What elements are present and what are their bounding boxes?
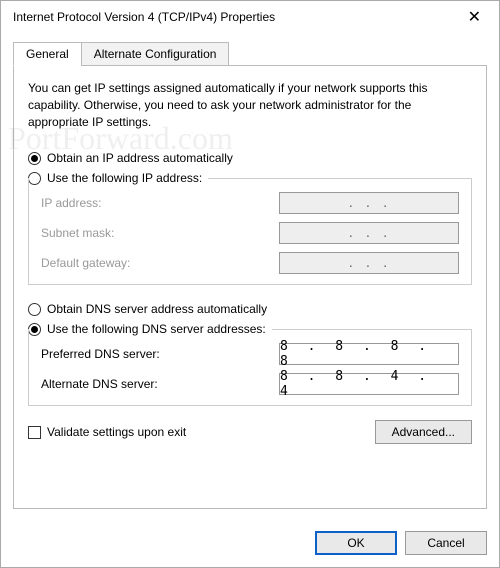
radio-icon bbox=[28, 152, 41, 165]
advanced-button[interactable]: Advanced... bbox=[375, 420, 472, 444]
description-text: You can get IP settings assigned automat… bbox=[28, 80, 472, 130]
ok-button[interactable]: OK bbox=[315, 531, 397, 555]
tab-strip: General Alternate Configuration bbox=[13, 41, 487, 65]
input-preferred-dns[interactable]: 8 . 8 . 8 . 8 bbox=[279, 343, 459, 365]
window-title: Internet Protocol Version 4 (TCP/IPv4) P… bbox=[13, 10, 458, 24]
cancel-button[interactable]: Cancel bbox=[405, 531, 487, 555]
close-icon[interactable]: ✕ bbox=[458, 7, 491, 27]
label-gateway: Default gateway: bbox=[41, 256, 279, 270]
row-subnet: Subnet mask: . . . bbox=[41, 222, 459, 244]
checkbox-label: Validate settings upon exit bbox=[47, 425, 186, 439]
checkbox-validate[interactable]: Validate settings upon exit bbox=[28, 422, 186, 442]
input-gateway: . . . bbox=[279, 252, 459, 274]
input-ip-address: . . . bbox=[279, 192, 459, 214]
label-preferred-dns: Preferred DNS server: bbox=[41, 347, 279, 361]
radio-label: Obtain DNS server address automatically bbox=[47, 302, 267, 316]
label-subnet: Subnet mask: bbox=[41, 226, 279, 240]
row-ip-address: IP address: . . . bbox=[41, 192, 459, 214]
radio-ip-auto[interactable]: Obtain an IP address automatically bbox=[28, 148, 472, 168]
ip-fieldset: IP address: . . . Subnet mask: . . . Def… bbox=[28, 178, 472, 285]
bottom-row: Validate settings upon exit Advanced... bbox=[28, 420, 472, 444]
dns-fieldset: Preferred DNS server: 8 . 8 . 8 . 8 Alte… bbox=[28, 329, 472, 406]
row-preferred-dns: Preferred DNS server: 8 . 8 . 8 . 8 bbox=[41, 343, 459, 365]
tab-alternate[interactable]: Alternate Configuration bbox=[81, 42, 230, 66]
tab-general[interactable]: General bbox=[13, 42, 82, 66]
checkbox-icon bbox=[28, 426, 41, 439]
radio-dns-auto[interactable]: Obtain DNS server address automatically bbox=[28, 299, 472, 319]
input-alternate-dns[interactable]: 8 . 8 . 4 . 4 bbox=[279, 373, 459, 395]
content: General Alternate Configuration PortForw… bbox=[1, 33, 499, 521]
tab-panel: PortForward.com You can get IP settings … bbox=[13, 65, 487, 509]
radio-label: Obtain an IP address automatically bbox=[47, 151, 233, 165]
label-ip-address: IP address: bbox=[41, 196, 279, 210]
dialog-buttons: OK Cancel bbox=[1, 521, 499, 567]
dialog-window: Internet Protocol Version 4 (TCP/IPv4) P… bbox=[0, 0, 500, 568]
row-gateway: Default gateway: . . . bbox=[41, 252, 459, 274]
row-alternate-dns: Alternate DNS server: 8 . 8 . 4 . 4 bbox=[41, 373, 459, 395]
titlebar: Internet Protocol Version 4 (TCP/IPv4) P… bbox=[1, 1, 499, 33]
radio-icon bbox=[28, 303, 41, 316]
input-subnet: . . . bbox=[279, 222, 459, 244]
label-alternate-dns: Alternate DNS server: bbox=[41, 377, 279, 391]
